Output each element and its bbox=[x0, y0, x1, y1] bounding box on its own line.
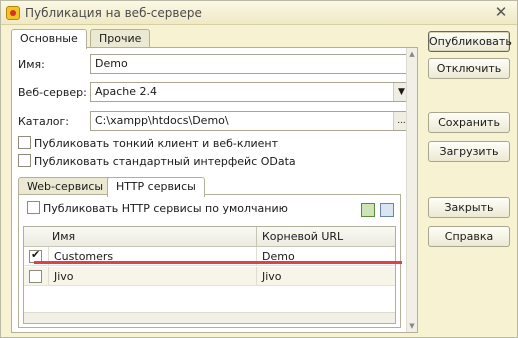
publish-odata-option[interactable]: Публиковать стандартный интерфейс OData bbox=[18, 154, 296, 168]
table-horizontal-scrollbar[interactable] bbox=[24, 312, 395, 323]
save-button[interactable]: Сохранить bbox=[428, 112, 510, 133]
server-value: Apache 2.4 bbox=[95, 85, 158, 98]
check-icon: ✔ bbox=[31, 248, 41, 261]
panel-vertical-scrollbar[interactable]: ▲ ▼ bbox=[406, 48, 417, 332]
catalog-field[interactable]: C:\xampp\htdocs\Demo\ ... bbox=[90, 111, 410, 131]
scroll-up-icon[interactable]: ▲ bbox=[407, 50, 417, 58]
server-label: Веб-сервер: bbox=[18, 86, 87, 99]
cell-divider bbox=[48, 267, 49, 286]
publish-thin-client-checkbox[interactable] bbox=[18, 136, 31, 149]
copy-icon[interactable] bbox=[380, 203, 394, 217]
window-title: Публикация на веб-сервере bbox=[25, 6, 202, 20]
scroll-down-icon[interactable]: ▼ bbox=[407, 322, 417, 330]
publish-button[interactable]: Опубликовать bbox=[428, 31, 512, 52]
close-button[interactable]: Закрыть bbox=[428, 197, 510, 218]
column-header-root-url[interactable]: Корневой URL bbox=[262, 230, 343, 243]
tab-http-services[interactable]: HTTP сервисы bbox=[107, 177, 205, 197]
dialog-window: Публикация на веб-сервере ✕ Основные Про… bbox=[0, 0, 518, 338]
table-header: Имя Корневой URL bbox=[24, 227, 395, 247]
name-field[interactable]: Demo bbox=[90, 54, 410, 74]
column-header-name[interactable]: Имя bbox=[52, 230, 75, 243]
table-toolbar bbox=[356, 203, 394, 220]
row-root-url: Jivo bbox=[262, 270, 282, 283]
row-checkbox[interactable] bbox=[29, 270, 42, 283]
publish-thin-client-label: Публиковать тонкий клиент и веб-клиент bbox=[34, 137, 279, 150]
publish-odata-label: Публиковать стандартный интерфейс OData bbox=[34, 155, 296, 168]
tab-main[interactable]: Основные bbox=[11, 29, 87, 49]
publish-thin-client-option[interactable]: Публиковать тонкий клиент и веб-клиент bbox=[18, 136, 278, 150]
catalog-label: Каталог: bbox=[18, 115, 69, 128]
tab-other[interactable]: Прочие bbox=[90, 29, 151, 48]
title-bar: Публикация на веб-сервере ✕ bbox=[1, 1, 517, 25]
name-label: Имя: bbox=[18, 58, 45, 71]
check-all-icon[interactable] bbox=[361, 203, 375, 217]
server-select[interactable]: Apache 2.4 ▼ bbox=[90, 82, 410, 102]
publish-odata-checkbox[interactable] bbox=[18, 154, 31, 167]
load-button[interactable]: Загрузить bbox=[428, 141, 510, 162]
catalog-value: C:\xampp\htdocs\Demo\ bbox=[95, 114, 229, 127]
publish-http-default-checkbox[interactable] bbox=[27, 201, 40, 214]
publish-http-default-label: Публиковать HTTP сервисы по умолчанию bbox=[43, 202, 288, 215]
app-icon bbox=[6, 6, 20, 20]
help-button[interactable]: Справка bbox=[428, 226, 510, 247]
row-name: Jivo bbox=[54, 270, 74, 283]
column-divider[interactable] bbox=[256, 227, 257, 247]
publish-http-default-option[interactable]: Публиковать HTTP сервисы по умолчанию bbox=[27, 201, 288, 215]
disable-button[interactable]: Отключить bbox=[428, 58, 510, 79]
http-services-table: Имя Корневой URL ✔ Customers Demo Jivo J… bbox=[23, 226, 396, 324]
highlight-line bbox=[34, 261, 402, 264]
close-icon[interactable]: ✕ bbox=[493, 4, 509, 20]
main-tab-panel: Имя: Demo Веб-сервер: Apache 2.4 ▼ Катал… bbox=[11, 47, 418, 333]
table-row[interactable]: Jivo Jivo bbox=[24, 267, 395, 286]
cell-divider bbox=[256, 267, 257, 286]
